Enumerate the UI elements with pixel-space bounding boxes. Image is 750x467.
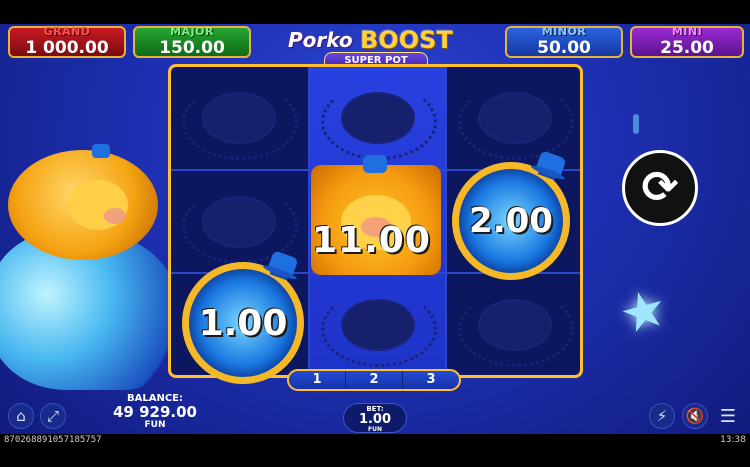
jackpot-grand: GRAND 1 000.00: [8, 25, 126, 58]
jackpot-minor-value: 50.00: [537, 38, 591, 58]
mascot-pig: [8, 144, 158, 260]
balance-display: BALANCE: 49 929.00 FUN: [110, 393, 200, 430]
jackpot-mini-value: 25.00: [660, 38, 714, 58]
spin-icon: ⟳: [641, 162, 679, 213]
coin-symbol-left: 1.00: [182, 262, 304, 384]
empty-cell: [447, 274, 580, 375]
pig-silhouette-icon: [181, 188, 298, 264]
top-status-bar: [0, 0, 750, 24]
menu-button[interactable]: ☰: [715, 403, 741, 429]
round-id: 870268891057185757: [4, 435, 102, 445]
jackpot-major: MAJOR 150.00: [133, 25, 251, 58]
menu-icon: ☰: [719, 405, 737, 427]
balance-value: 49 929.00: [113, 403, 197, 421]
jackpot-grand-value: 1 000.00: [25, 38, 109, 58]
coin-left-value: 1.00: [198, 302, 288, 344]
coin-right-value: 2.00: [469, 201, 553, 241]
pig-silhouette-icon: [457, 291, 574, 367]
bet-currency: FUN: [368, 426, 382, 433]
logo-boost: BOOST: [360, 26, 453, 54]
turbo-button[interactable]: ⚡: [649, 403, 675, 429]
jackpot-grand-label: GRAND: [43, 25, 91, 38]
clock: 13:38: [720, 435, 746, 445]
fullscreen-icon: ⤢: [46, 407, 59, 425]
jackpot-mini: MINI 25.00: [630, 25, 744, 58]
pig-silhouette-icon: [320, 84, 437, 160]
turbo-off-icon: ⚡: [656, 407, 668, 425]
jackpot-mini-label: MINI: [671, 25, 703, 38]
jackpot-major-label: MAJOR: [170, 25, 214, 38]
game-stage: GRAND 1 000.00 MAJOR 150.00 MINOR 50.00 …: [0, 0, 750, 467]
jackpot-minor-label: MINOR: [541, 25, 587, 38]
balance-currency: FUN: [144, 420, 166, 430]
reel-number-bar: 1 2 3: [287, 369, 461, 391]
footer-bar: [0, 434, 750, 467]
pig-value: 11.00: [312, 220, 431, 261]
hat-icon: [363, 155, 387, 173]
empty-cell: [171, 67, 306, 169]
logo-porko: Porko: [288, 28, 353, 52]
empty-cell: [310, 274, 445, 375]
bet-value: 1.00: [358, 412, 392, 427]
fullscreen-button[interactable]: ⤢: [40, 403, 66, 429]
pig-silhouette-icon: [457, 84, 574, 160]
empty-cell: [310, 67, 445, 169]
pig-silhouette-icon: [320, 291, 437, 367]
star-decoration: ★: [613, 276, 674, 348]
reel-number: 2: [346, 371, 403, 389]
empty-cell: [447, 67, 580, 169]
game-logo: Porko BOOST SUPER POT: [282, 24, 468, 70]
sound-off-icon: 🔇: [685, 407, 705, 425]
reel-number: 1: [289, 371, 346, 389]
pig-silhouette-icon: [181, 84, 298, 160]
spin-button[interactable]: ⟳: [622, 150, 698, 226]
reel-number: 3: [426, 372, 436, 387]
sound-button[interactable]: 🔇: [682, 403, 708, 429]
sparkle: [633, 114, 639, 134]
jackpot-minor: MINOR 50.00: [505, 25, 623, 58]
bet-selector[interactable]: BET: 1.00 FUN: [343, 403, 407, 433]
home-icon: ⌂: [16, 407, 26, 425]
jackpot-major-value: 150.00: [159, 38, 225, 58]
home-button[interactable]: ⌂: [8, 403, 34, 429]
coin-symbol-right: 2.00: [452, 162, 570, 280]
